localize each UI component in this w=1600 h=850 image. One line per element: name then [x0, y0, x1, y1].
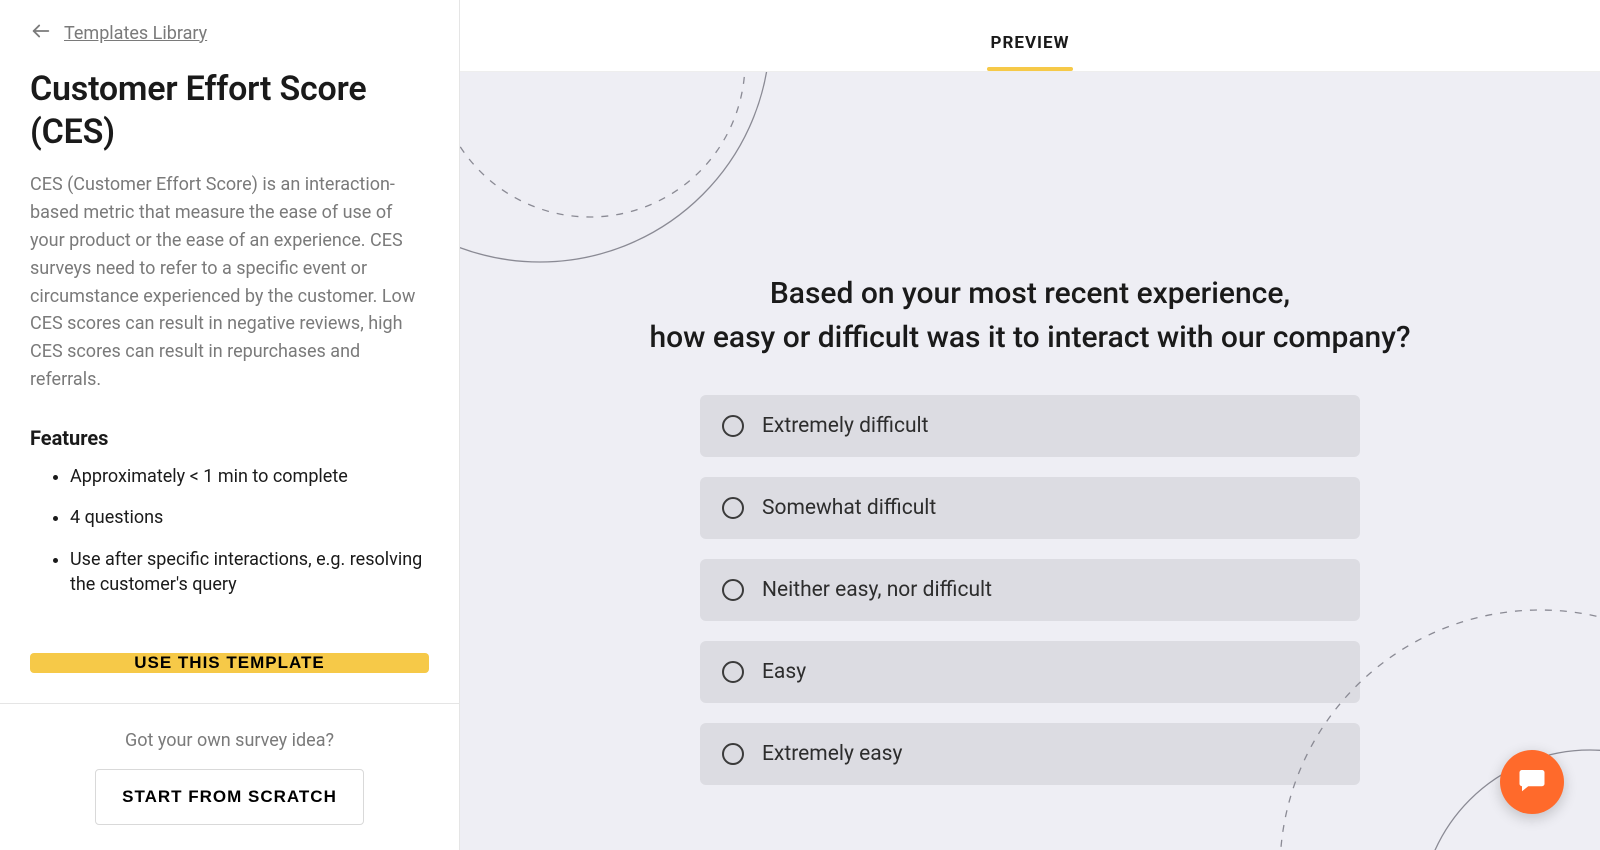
radio-icon — [722, 661, 744, 683]
template-title: Customer Effort Score (CES) — [30, 68, 429, 153]
survey-preview: Based on your most recent experience, ho… — [460, 72, 1600, 850]
option-somewhat-difficult[interactable]: Somewhat difficult — [700, 477, 1360, 539]
question-line-1: Based on your most recent experience, — [770, 276, 1290, 311]
feature-item: 4 questions — [70, 505, 429, 530]
back-to-library[interactable]: Templates Library — [30, 20, 429, 46]
option-label: Extremely easy — [762, 742, 902, 766]
arrow-left-icon — [30, 20, 52, 46]
radio-icon — [722, 497, 744, 519]
features-list: Approximately < 1 min to complete 4 ques… — [30, 464, 429, 597]
tab-preview[interactable]: PREVIEW — [987, 33, 1074, 71]
option-label: Somewhat difficult — [762, 496, 936, 520]
use-template-button[interactable]: USE THIS TEMPLATE — [30, 653, 429, 673]
back-link[interactable]: Templates Library — [64, 23, 207, 44]
radio-icon — [722, 415, 744, 437]
option-label: Extremely difficult — [762, 414, 929, 438]
start-from-scratch-section: Got your own survey idea? START FROM SCR… — [0, 703, 459, 850]
radio-icon — [722, 743, 744, 765]
decorative-arcs-top-left — [460, 72, 840, 332]
scratch-prompt: Got your own survey idea? — [30, 730, 429, 751]
sidebar-content: Templates Library Customer Effort Score … — [0, 0, 459, 613]
feature-item: Approximately < 1 min to complete — [70, 464, 429, 489]
radio-icon — [722, 579, 744, 601]
template-details-sidebar: Templates Library Customer Effort Score … — [0, 0, 460, 850]
feature-item: Use after specific interactions, e.g. re… — [70, 547, 429, 597]
template-description: CES (Customer Effort Score) is an intera… — [30, 171, 429, 394]
app-root: Templates Library Customer Effort Score … — [0, 0, 1600, 850]
chat-support-button[interactable] — [1500, 750, 1564, 814]
main-panel: PREVIEW Based on your most recent experi… — [460, 0, 1600, 850]
features-heading: Features — [30, 426, 429, 450]
option-label: Easy — [762, 660, 806, 684]
option-extremely-difficult[interactable]: Extremely difficult — [700, 395, 1360, 457]
chat-icon — [1517, 765, 1547, 799]
preview-tabbar: PREVIEW — [460, 0, 1600, 72]
start-from-scratch-button[interactable]: START FROM SCRATCH — [95, 769, 364, 825]
option-label: Neither easy, nor difficult — [762, 578, 992, 602]
